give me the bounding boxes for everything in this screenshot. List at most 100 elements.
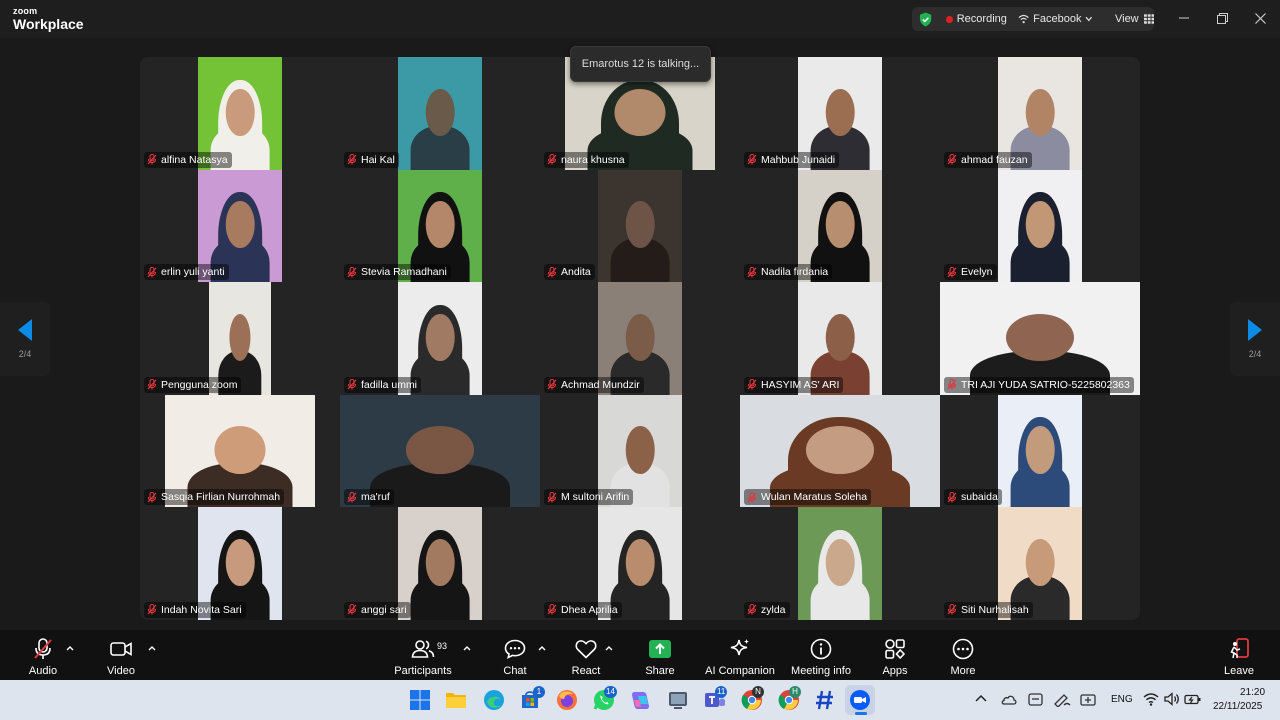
store-badge: 1 [533, 686, 545, 698]
participant-tile[interactable]: Achmad Mundzir [540, 282, 740, 395]
participant-tile[interactable]: subaida [940, 394, 1140, 508]
participant-tile[interactable]: fadilla ummi [340, 282, 540, 395]
participant-name: Pengguna zoom [161, 378, 238, 391]
participant-tile[interactable]: ma'ruf [340, 394, 540, 508]
livestream-label[interactable]: Facebook [1033, 13, 1081, 25]
participant-video [398, 507, 482, 620]
participant-nameplate: TRI AJI YUDA SATRIO-5225802363 [944, 376, 1134, 393]
file-explorer-icon[interactable] [444, 688, 468, 712]
security-center-icon[interactable] [1028, 692, 1043, 707]
participant-tile[interactable]: TRI AJI YUDA SATRIO-5225802363 [940, 282, 1140, 395]
share-screen-button[interactable]: Share [620, 638, 700, 677]
copilot-icon[interactable] [629, 688, 653, 712]
participant-nameplate: Mahbub Junaidi [744, 151, 840, 168]
participant-nameplate: erlin yuli yanti [144, 264, 229, 281]
participant-nameplate: Achmad Mundzir [544, 376, 644, 393]
participant-tile[interactable]: Wulan Maratus Soleha [740, 394, 940, 508]
ai-companion-button[interactable]: AI Companion [700, 638, 780, 677]
share-screen-icon [649, 640, 671, 658]
windows-start-icon[interactable] [408, 688, 432, 712]
participant-tile[interactable]: ahmad fauzan [940, 57, 1140, 170]
recording-label[interactable]: Recording [957, 13, 1007, 25]
apps-icon [885, 639, 906, 660]
minimize-button[interactable] [1174, 9, 1194, 27]
participant-tile[interactable]: anggi sari [340, 507, 540, 620]
microphone-muted-icon [547, 491, 557, 503]
more-button[interactable]: More [923, 638, 1003, 677]
audio-options-caret-icon[interactable] [65, 643, 75, 653]
participant-nameplate: subaida [944, 489, 1002, 506]
firefox-icon[interactable] [555, 688, 579, 712]
pen-input-icon[interactable] [1053, 692, 1071, 707]
participant-tile[interactable]: Indah Novita Sari [140, 507, 340, 620]
participant-nameplate: HASYIM AS' ARI [744, 376, 844, 393]
hashtag-app-icon[interactable] [813, 688, 837, 712]
participant-tile[interactable]: Pengguna zoom [140, 282, 340, 395]
chevron-right-icon [1248, 319, 1262, 341]
meeting-info-button[interactable]: Meeting info [781, 638, 861, 677]
microphone-muted-icon [147, 266, 157, 278]
microphone-muted-icon [747, 379, 757, 390]
participant-nameplate: ma'ruf [344, 489, 394, 506]
grid-view-icon[interactable] [1143, 14, 1154, 24]
participants-options-caret-icon[interactable] [462, 643, 472, 653]
zoom-app-icon[interactable] [848, 688, 872, 712]
microphone-muted-icon [147, 154, 157, 165]
ai-companion-label: AI Companion [705, 665, 775, 677]
participant-tile[interactable]: Andita [540, 169, 740, 283]
participant-tile[interactable]: Sasqia Firlian Nurrohmah [140, 394, 340, 508]
clock-time[interactable]: 21:20 [1240, 687, 1265, 698]
participant-nameplate: Evelyn [944, 264, 997, 281]
livestream-icon [1018, 14, 1029, 24]
talking-indicator: Emarotus 12 is talking... [570, 46, 711, 82]
leave-button[interactable]: Leave [1199, 638, 1279, 677]
microphone-muted-icon [347, 154, 357, 165]
participant-name: Siti Nurhalisah [961, 603, 1029, 616]
participant-tile[interactable]: Hai Kal [340, 57, 540, 170]
show-hidden-icons-chevron-icon[interactable] [975, 694, 987, 704]
participant-tile[interactable]: Stevia Ramadhani [340, 169, 540, 283]
react-button[interactable]: React [546, 638, 626, 677]
volume-icon[interactable] [1164, 692, 1180, 706]
participant-tile[interactable]: alfina Natasya [140, 57, 340, 170]
microphone-muted-icon [347, 491, 357, 503]
participant-tile[interactable]: Mahbub Junaidi [740, 57, 940, 170]
onedrive-icon[interactable] [1001, 692, 1017, 706]
participant-tile[interactable]: Dhea Aprilia [540, 507, 740, 620]
notification-device-icon[interactable] [1080, 692, 1096, 707]
language-indicator[interactable]: ENG [1111, 694, 1133, 705]
screen-snip-icon[interactable] [666, 688, 690, 712]
clock-date[interactable]: 22/11/2025 [1213, 701, 1262, 712]
microphone-muted-icon [947, 491, 957, 503]
participant-tile[interactable]: HASYIM AS' ARI [740, 282, 940, 395]
leave-label: Leave [1224, 665, 1254, 677]
react-label: React [571, 665, 601, 677]
participant-tile[interactable]: Siti Nurhalisah [940, 507, 1140, 620]
participant-name: Dhea Aprilia [561, 603, 618, 616]
next-page-button[interactable]: 2/4 [1230, 302, 1280, 376]
battery-icon[interactable] [1184, 692, 1202, 706]
participants-button[interactable]: Participants [383, 638, 463, 677]
view-button[interactable]: View [1115, 13, 1139, 25]
microphone-muted-icon [547, 266, 557, 278]
participant-tile[interactable]: erlin yuli yanti [140, 169, 340, 283]
video-options-caret-icon[interactable] [147, 643, 157, 653]
logo-product: Workplace [13, 16, 84, 32]
participant-name: Evelyn [961, 266, 993, 279]
chrome-profile-badge: H [789, 686, 801, 698]
edge-browser-icon[interactable] [482, 688, 506, 712]
close-button[interactable] [1250, 9, 1270, 27]
participant-tile[interactable]: Evelyn [940, 169, 1140, 283]
previous-page-button[interactable]: 2/4 [0, 302, 50, 376]
participant-tile[interactable]: Nadila firdania [740, 169, 940, 283]
share-label: Share [645, 665, 675, 677]
participant-tile[interactable]: M sultoni Arifin [540, 394, 740, 508]
participant-nameplate: anggi sari [344, 601, 411, 618]
participant-tile[interactable]: zylda [740, 507, 940, 620]
security-shield-icon[interactable] [919, 11, 932, 27]
wifi-icon[interactable] [1143, 692, 1159, 706]
restore-button[interactable] [1212, 9, 1232, 27]
chevron-down-icon[interactable] [1085, 16, 1093, 22]
restore-icon [1216, 12, 1228, 24]
react-options-caret-icon[interactable] [604, 643, 614, 653]
